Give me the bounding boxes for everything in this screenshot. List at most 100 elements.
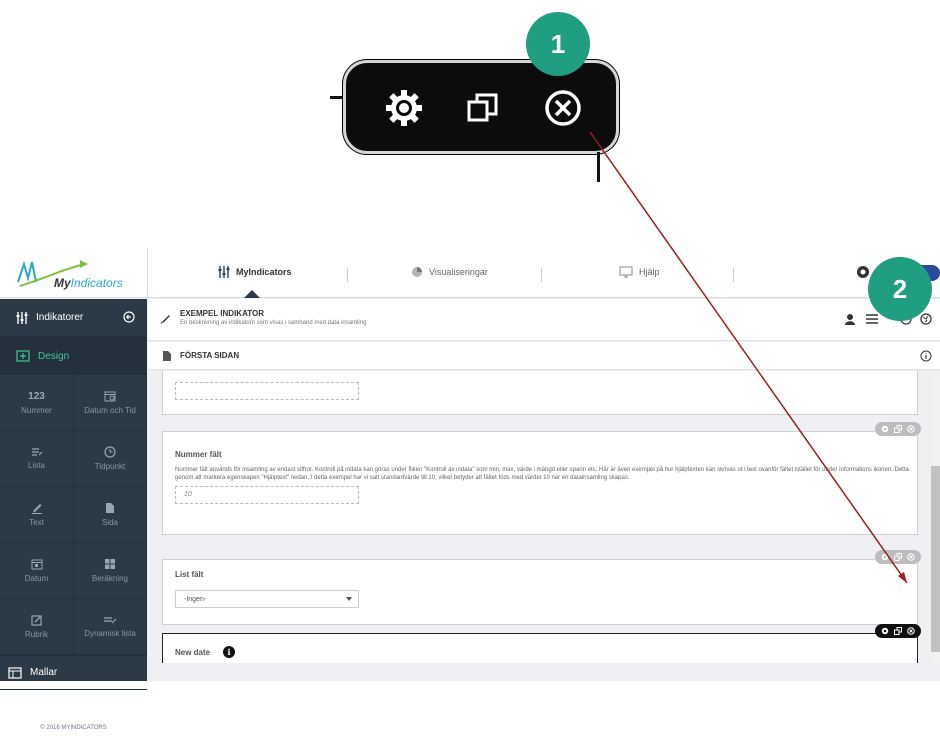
nummer-field-input[interactable]: 10 — [175, 486, 359, 504]
tool-tidpunkt[interactable]: Tidpunkt — [74, 431, 147, 487]
field-card-previous[interactable] — [162, 371, 918, 415]
dynamic-list-icon — [104, 617, 117, 624]
card-toolbar — [875, 550, 921, 564]
nav-separator — [733, 268, 734, 282]
nav-separator — [541, 268, 542, 282]
calendar-clock-icon — [104, 391, 116, 402]
nav-myindicators[interactable]: MyIndicators — [218, 266, 292, 278]
edit-icon — [30, 615, 42, 626]
tool-lista[interactable]: Lista — [0, 431, 74, 487]
tool-label: Sida — [101, 518, 118, 527]
previous-field-input[interactable] — [175, 382, 359, 400]
design-icon — [16, 350, 30, 362]
page-icon — [106, 503, 114, 513]
nummer-field-help: Nummer fält används för insamling av end… — [175, 467, 909, 481]
download-icon — [8, 700, 20, 713]
sidebar-item-design[interactable]: Design — [0, 337, 147, 375]
nav-visualiseringar[interactable]: Visualiseringar — [411, 266, 488, 278]
sidebar-publika-mallar-label: Publika Mallar — [28, 701, 91, 712]
list-field-select[interactable]: -Ingen- — [175, 590, 359, 608]
gear-icon[interactable] — [880, 553, 889, 562]
calendar-icon — [31, 559, 42, 570]
sidebar-item-publika-mallar[interactable]: Publika Mallar — [0, 689, 147, 723]
page-header: FÖRSTA SIDAN — [148, 342, 940, 370]
indicator-header: EXEMPEL INDIKATOR En beskrivning av indi… — [148, 299, 940, 341]
field-card-date[interactable]: New date i — [162, 624, 921, 663]
grid-icon — [105, 559, 115, 569]
tool-text[interactable]: Text — [0, 487, 74, 543]
list-field-selected: -Ingen- — [184, 596, 207, 603]
field-card-nummer[interactable]: Nummer fält Nummer fält används för insa… — [162, 422, 921, 535]
tool-datum-och-tid[interactable]: Datum och Tid — [74, 375, 147, 431]
page-icon — [163, 351, 171, 361]
tool-label: Beräkning — [91, 574, 129, 583]
pie-chart-icon — [412, 267, 422, 277]
logo-text: MyIndicators — [54, 276, 123, 290]
info-icon[interactable] — [920, 350, 932, 362]
active-nav-indicator — [244, 290, 260, 298]
back-arrow-icon[interactable] — [123, 311, 135, 323]
close-circle-icon[interactable] — [907, 425, 916, 434]
duplicate-icon[interactable] — [461, 86, 505, 130]
tool-datum[interactable]: Datum — [0, 543, 74, 599]
info-icon[interactable]: i — [223, 646, 235, 658]
tool-rubrik[interactable]: Rubrik — [0, 599, 74, 655]
close-circle-icon[interactable] — [907, 627, 916, 636]
logo: MyIndicators — [16, 258, 136, 290]
indicator-title: EXEMPEL INDIKATOR — [180, 309, 265, 318]
monitor-icon — [619, 266, 633, 278]
gear-icon[interactable] — [382, 86, 426, 130]
nav-label: MyIndicators — [236, 267, 292, 277]
duplicate-icon[interactable] — [893, 627, 902, 636]
nav-label: Visualiseringar — [429, 267, 488, 277]
templates-icon — [8, 666, 22, 679]
logo-suffix: Indicators — [70, 276, 123, 290]
sidebar-header-label: Indikatorer — [36, 312, 84, 323]
page-title: FÖRSTA SIDAN — [180, 351, 240, 360]
pencil-icon[interactable] — [160, 312, 172, 324]
step-badge-2: 2 — [868, 257, 932, 321]
sidebar-header[interactable]: Indikatorer — [0, 299, 147, 337]
tool-dynamisk-lista[interactable]: Dynamisk lista — [74, 599, 147, 655]
tool-label: Datum och Tid — [84, 406, 136, 415]
pen-icon — [31, 504, 42, 514]
tool-nummer[interactable]: 123 Nummer — [0, 375, 74, 431]
sidebar-design-label: Design — [38, 350, 70, 362]
date-field-label: New date — [175, 648, 211, 657]
sidebar-item-mallar[interactable]: Mallar — [0, 655, 147, 689]
tool-sida[interactable]: Sida — [74, 487, 147, 543]
top-navigation: MyIndicators MyIndicators Visualiseringa… — [0, 248, 940, 298]
clock-icon — [104, 446, 116, 458]
close-circle-icon[interactable] — [907, 553, 916, 562]
nav-label: Hjälp — [639, 267, 660, 277]
user-icon[interactable] — [844, 313, 856, 325]
sliders-icon — [16, 311, 28, 324]
logo-prefix: My — [54, 276, 71, 290]
sliders-icon — [218, 266, 230, 278]
tool-berakning[interactable]: Beräkning — [74, 543, 147, 599]
sidebar: Indikatorer Design 123 Nummer Datum och … — [0, 299, 147, 731]
duplicate-icon[interactable] — [893, 425, 902, 434]
gear-icon[interactable] — [880, 627, 889, 636]
menu-icon[interactable] — [865, 313, 879, 325]
card-toolbar — [875, 624, 921, 638]
tool-label: Dynamisk lista — [84, 629, 136, 638]
tool-label: Nummer — [21, 405, 52, 415]
nav-hjalp[interactable]: Hjälp — [619, 266, 660, 278]
duplicate-icon[interactable] — [893, 553, 902, 562]
nummer-field-label: Nummer fält — [175, 450, 222, 459]
tool-label: Rubrik — [24, 630, 49, 639]
globe-icon[interactable] — [920, 313, 932, 325]
gear-icon[interactable] — [880, 425, 889, 434]
number-icon: 123 — [28, 390, 45, 402]
nav-separator — [347, 268, 348, 282]
callout-connector-down — [597, 152, 600, 182]
field-card-list[interactable]: List fält -Ingen- — [162, 550, 921, 625]
chevron-down-icon — [346, 597, 352, 601]
scrollbar-thumb[interactable] — [931, 466, 940, 652]
close-circle-icon[interactable] — [541, 86, 585, 130]
app-window: MyIndicators MyIndicators Visualiseringa… — [0, 248, 940, 731]
sidebar-mallar-label: Mallar — [30, 667, 58, 678]
topbar-divider — [147, 248, 148, 298]
tool-label: Datum — [24, 574, 49, 583]
